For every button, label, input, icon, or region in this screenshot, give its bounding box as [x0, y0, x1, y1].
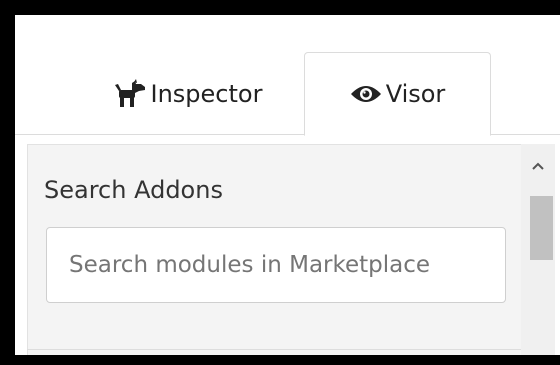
screenshot-frame: Inspector Visor Search Addons: [0, 0, 560, 365]
tab-visor-label: Visor: [385, 80, 446, 108]
tab-inspector-label: Inspector: [150, 79, 263, 108]
tab-visor[interactable]: Visor: [304, 52, 491, 136]
vertical-scrollbar[interactable]: [521, 144, 555, 355]
scroll-thumb[interactable]: [530, 196, 553, 260]
search-addons-input[interactable]: [46, 227, 506, 303]
visor-panel: Search Addons: [27, 144, 539, 355]
tab-inspector[interactable]: Inspector: [75, 52, 300, 135]
chevron-up-icon: [532, 155, 544, 174]
panel-divider: [27, 349, 539, 350]
eye-icon: [350, 82, 382, 106]
scroll-up-button[interactable]: [521, 144, 555, 184]
sidebar-window: Inspector Visor Search Addons: [15, 15, 560, 355]
section-title: Search Addons: [44, 176, 223, 204]
tab-bar: Inspector Visor: [15, 15, 560, 136]
dog-icon: [113, 78, 147, 109]
